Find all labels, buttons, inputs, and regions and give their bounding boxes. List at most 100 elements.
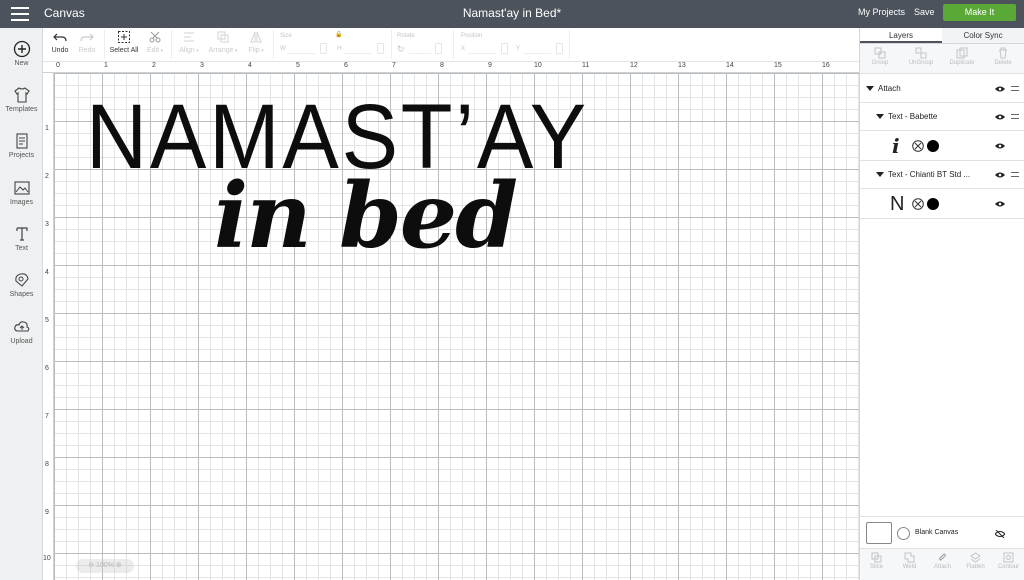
select-all-icon	[118, 31, 130, 43]
eye-icon[interactable]	[995, 172, 1005, 178]
design-canvas[interactable]: 0 1 2 3 4 5 6 7 8 9 10 11 12 13 14 15 16…	[43, 62, 859, 580]
align-menu-button[interactable]: Align ▾	[176, 30, 202, 54]
undo-icon	[53, 33, 67, 42]
slice-icon	[871, 552, 882, 563]
align-label: Align	[179, 47, 195, 54]
top-bar: Canvas Namast'ay in Bed* My Projects Sav…	[0, 0, 1024, 28]
arrange-label: Arrange	[208, 47, 234, 54]
sidebar-item-templates[interactable]: Templates	[0, 86, 43, 113]
ungroup-button[interactable]: UnGroup	[901, 47, 941, 66]
design-text-in-bed[interactable]: in bed	[214, 171, 518, 261]
layer-item-babette[interactable]: i	[860, 131, 1024, 161]
slice-button[interactable]: Slice	[860, 552, 893, 570]
sidebar-item-text[interactable]: Text	[0, 225, 43, 252]
panel-tabs: Layers Color Sync	[860, 28, 1024, 44]
sidebar-item-label: Templates	[5, 106, 38, 113]
y-label: Y	[516, 46, 521, 52]
flip-icon	[250, 31, 262, 43]
layers-panel: Layers Color Sync Group UnGroup Duplicat…	[859, 28, 1024, 580]
y-input[interactable]	[523, 43, 551, 54]
sidebar-item-label: Projects	[8, 152, 35, 159]
layer-name: Text - Babette	[888, 112, 938, 121]
flatten-button[interactable]: Flatten	[959, 552, 992, 570]
select-all-button[interactable]: Select All	[109, 30, 139, 54]
rotate-input[interactable]	[409, 43, 431, 54]
left-sidebar: New Templates Projects Images Text Shape…	[0, 28, 43, 580]
flip-menu-button[interactable]: Flip ▾	[244, 30, 268, 54]
sidebar-item-images[interactable]: Images	[0, 179, 43, 206]
drag-handle-icon[interactable]	[1011, 113, 1019, 122]
flatten-icon	[970, 552, 981, 563]
canvas-color-circle[interactable]	[897, 527, 910, 540]
projects-icon	[15, 133, 28, 149]
blank-canvas-swatch[interactable]	[866, 522, 892, 544]
shirt-icon	[13, 87, 30, 103]
shapes-icon	[14, 273, 29, 287]
my-projects-link[interactable]: My Projects	[858, 7, 905, 17]
expand-triangle-icon[interactable]	[876, 114, 884, 120]
eye-hidden-icon[interactable]	[995, 530, 1005, 538]
layer-text-chianti[interactable]: Text - Chianti BT Std ...	[860, 161, 1024, 189]
contour-button[interactable]: Contour	[992, 552, 1024, 570]
zoom-control[interactable]: ⊖ 100% ⊕	[76, 559, 134, 573]
layer-text-babette[interactable]: Text - Babette	[860, 103, 1024, 131]
rotate-icon: ↻	[397, 44, 405, 54]
weld-label: Weld	[902, 564, 917, 570]
delete-button[interactable]: Delete	[983, 47, 1023, 66]
expand-triangle-icon[interactable]	[876, 172, 884, 178]
sidebar-item-shapes[interactable]: Shapes	[0, 271, 43, 298]
edit-menu-button[interactable]: Edit ▾	[144, 30, 166, 54]
height-input[interactable]	[344, 43, 372, 54]
layer-group-attach[interactable]: Attach	[860, 75, 1024, 103]
attach-button[interactable]: Attach	[926, 552, 959, 570]
color-swatch[interactable]	[927, 140, 939, 152]
undo-label: Undo	[51, 47, 69, 54]
attach-label: Attach	[878, 84, 901, 93]
expand-triangle-icon[interactable]	[866, 86, 874, 92]
undo-button[interactable]: Undo	[50, 30, 70, 54]
layer-thumbnail: N	[890, 193, 905, 215]
arrange-menu-button[interactable]: Arrange ▾	[206, 30, 240, 54]
rotate-stepper[interactable]	[435, 43, 442, 54]
cut-operation-icon[interactable]	[912, 198, 924, 210]
height-label: H	[337, 46, 342, 52]
eye-icon[interactable]	[995, 114, 1005, 120]
eye-icon[interactable]	[995, 143, 1005, 149]
cut-operation-icon[interactable]	[912, 140, 924, 152]
drag-handle-icon[interactable]	[1011, 171, 1019, 180]
save-button[interactable]: Save	[914, 7, 935, 17]
group-button[interactable]: Group	[860, 47, 900, 66]
layer-thumbnail: i	[892, 134, 900, 158]
x-input[interactable]	[468, 43, 496, 54]
make-it-button[interactable]: Make It	[943, 4, 1016, 21]
arrange-icon	[217, 31, 229, 43]
redo-icon	[80, 33, 94, 42]
eye-icon[interactable]	[995, 86, 1005, 92]
x-stepper[interactable]	[501, 43, 508, 54]
plus-circle-icon	[13, 40, 30, 58]
height-stepper[interactable]	[377, 43, 384, 54]
color-swatch[interactable]	[927, 198, 939, 210]
weld-button[interactable]: Weld	[893, 552, 926, 570]
canvas-grid[interactable]: NAMAST’AY in bed ⊖ 100% ⊕	[54, 73, 859, 580]
toolbar-divider	[104, 30, 105, 59]
width-stepper[interactable]	[320, 43, 327, 54]
tab-color-sync[interactable]: Color Sync	[942, 28, 1024, 43]
slice-label: Slice	[869, 564, 883, 570]
x-label: X	[461, 46, 466, 52]
eye-icon[interactable]	[995, 201, 1005, 207]
y-stepper[interactable]	[556, 43, 563, 54]
sidebar-item-upload[interactable]: Upload	[0, 318, 43, 345]
lock-icon[interactable]: 🔒	[335, 31, 342, 38]
layer-item-chianti[interactable]: N	[860, 189, 1024, 219]
toolbar-divider	[569, 30, 570, 59]
contour-icon	[1003, 552, 1014, 563]
sidebar-item-projects[interactable]: Projects	[0, 132, 43, 159]
redo-button[interactable]: Redo	[76, 30, 98, 54]
duplicate-button[interactable]: Duplicate	[942, 47, 982, 66]
drag-handle-icon[interactable]	[1011, 85, 1019, 94]
tab-layers[interactable]: Layers	[860, 28, 942, 43]
width-input[interactable]	[287, 43, 315, 54]
blank-canvas-row[interactable]: Blank Canvas	[860, 516, 1024, 548]
sidebar-item-new[interactable]: New	[0, 40, 43, 67]
